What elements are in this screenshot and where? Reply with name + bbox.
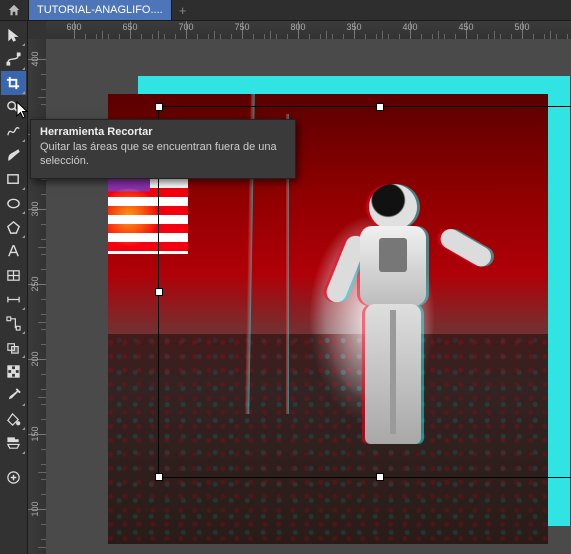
ruler-label: 400 (30, 51, 40, 66)
canvas-area: 600 650 700 750 800 350 400 450 500 400 350 300 250… (28, 21, 571, 554)
ground-texture (108, 334, 548, 544)
tool-tooltip: Herramienta Recortar Quitar las áreas qu… (30, 119, 296, 179)
artistic-media-tool-button[interactable] (1, 143, 26, 167)
zoom-tool-button[interactable] (1, 95, 26, 119)
transparency-tool-icon (6, 364, 21, 379)
polygon-tool-button[interactable] (1, 215, 26, 239)
connector-tool-button[interactable] (1, 311, 26, 335)
main-area: 600 650 700 750 800 350 400 450 500 400 350 300 250… (0, 21, 571, 554)
ruler-label: 250 (30, 276, 40, 291)
document-tab-bar: TUTORIAL-ANAGLIFO.... + (0, 0, 571, 21)
home-icon (7, 3, 21, 17)
effects-tool-icon (6, 340, 21, 355)
flyout-indicator-icon (22, 307, 25, 310)
tooltip-title: Herramienta Recortar (40, 126, 286, 138)
ruler-label: 700 (178, 22, 193, 32)
flyout-indicator-icon (22, 427, 25, 430)
crop-tool-icon (6, 76, 21, 91)
ruler-label: 450 (458, 22, 473, 32)
app-root: TUTORIAL-ANAGLIFO.... + 600 650 700 750 800 3… (0, 0, 571, 554)
artistic-media-tool-icon (6, 148, 21, 163)
table-tool-button[interactable] (1, 263, 26, 287)
flyout-indicator-icon (22, 451, 25, 454)
text-tool-button[interactable] (1, 239, 26, 263)
new-document-tab-button[interactable]: + (172, 0, 194, 20)
flyout-indicator-icon (22, 91, 25, 94)
flyout-indicator-icon (22, 43, 25, 46)
transparency-tool-button[interactable] (1, 359, 26, 383)
rectangle-tool-button[interactable] (1, 167, 26, 191)
flyout-indicator-icon (22, 67, 25, 70)
flyout-indicator-icon (22, 115, 25, 118)
dimension-tool-button[interactable] (1, 287, 26, 311)
dimension-tool-icon (6, 292, 21, 307)
connector-tool-icon (6, 316, 21, 331)
ruler-label: 500 (514, 22, 529, 32)
plus-circle-icon (6, 470, 21, 485)
welcome-tab-button[interactable] (0, 0, 29, 20)
quick-customize-button[interactable] (1, 465, 26, 489)
crop-tool-button[interactable] (1, 71, 26, 95)
eyedropper-tool-icon (6, 388, 21, 403)
astronaut-shape (338, 184, 448, 464)
flyout-indicator-icon (22, 211, 25, 214)
ruler-label: 200 (30, 351, 40, 366)
ruler-label: 650 (122, 22, 137, 32)
ruler-label: 750 (234, 22, 249, 32)
table-tool-icon (6, 268, 21, 283)
flyout-indicator-icon (22, 139, 25, 142)
pick-tool-icon (6, 28, 21, 43)
ellipse-tool-button[interactable] (1, 191, 26, 215)
document-tab-label: TUTORIAL-ANAGLIFO.... (37, 4, 163, 16)
horizontal-ruler[interactable]: 600 650 700 750 800 350 400 450 500 (46, 21, 571, 40)
flyout-indicator-icon (22, 187, 25, 190)
document-tab-active[interactable]: TUTORIAL-ANAGLIFO.... (29, 0, 172, 20)
flyout-indicator-icon (22, 235, 25, 238)
ellipse-tool-icon (6, 196, 21, 211)
plus-icon: + (179, 3, 187, 18)
shape-edit-tool-icon (6, 52, 21, 67)
fill-tool-icon (6, 412, 21, 427)
ruler-label: 300 (30, 201, 40, 216)
ruler-label: 100 (30, 501, 40, 516)
outline-tool-button[interactable] (1, 431, 26, 455)
ruler-label: 600 (66, 22, 81, 32)
ruler-label: 350 (346, 22, 361, 32)
ruler-origin[interactable] (28, 21, 47, 40)
vertical-ruler[interactable]: 400350300250200150100 (28, 39, 47, 554)
toolbox (0, 21, 28, 554)
flyout-indicator-icon (22, 331, 25, 334)
flyout-indicator-icon (22, 403, 25, 406)
effects-tool-button[interactable] (1, 335, 26, 359)
freehand-tool-icon (6, 124, 21, 139)
freehand-tool-button[interactable] (1, 119, 26, 143)
polygon-tool-icon (6, 220, 21, 235)
ruler-label: 800 (290, 22, 305, 32)
viewport[interactable] (46, 39, 571, 554)
text-tool-icon (6, 244, 21, 259)
outline-tool-icon (6, 436, 21, 451)
ruler-label: 400 (402, 22, 417, 32)
ruler-label: 150 (30, 426, 40, 441)
pick-tool-button[interactable] (1, 23, 26, 47)
shape-edit-tool-button[interactable] (1, 47, 26, 71)
fill-tool-button[interactable] (1, 407, 26, 431)
tooltip-body: Quitar las áreas que se encuentran fuera… (40, 140, 286, 169)
zoom-tool-icon (6, 100, 21, 115)
flyout-indicator-icon (22, 355, 25, 358)
eyedropper-tool-button[interactable] (1, 383, 26, 407)
rectangle-tool-icon (6, 172, 21, 187)
